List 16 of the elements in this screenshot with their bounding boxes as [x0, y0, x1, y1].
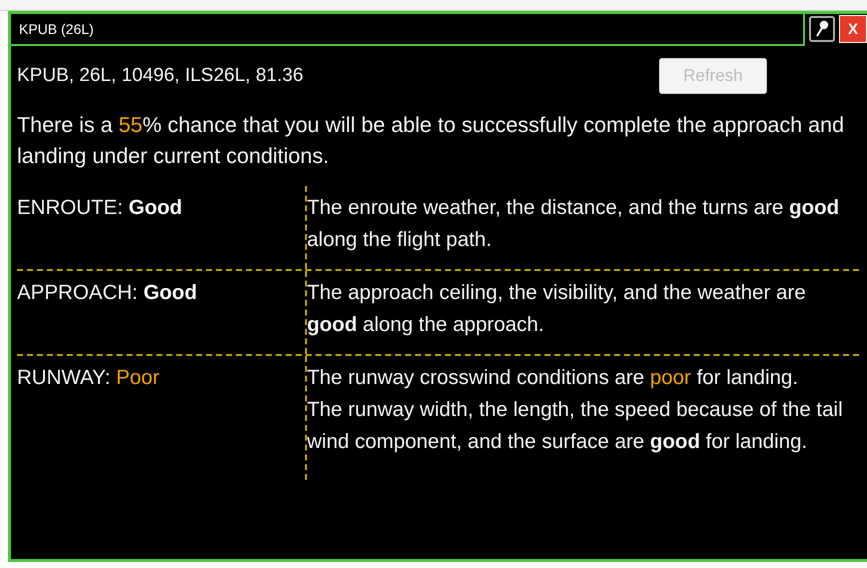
- factor-label: RUNWAY:: [17, 366, 112, 389]
- runway-info: KPUB, 26L, 10496, ILS26L, 81.36: [17, 65, 304, 87]
- factor-description: The enroute weather, the distance, and the turns are good along the flight path.: [307, 195, 840, 253]
- factor-rating: Good: [143, 281, 197, 304]
- factor-rating: Poor: [116, 366, 160, 389]
- close-button[interactable]: X: [839, 15, 867, 43]
- window-title: KPUB (26L): [19, 21, 94, 37]
- factor-rating: Good: [128, 196, 182, 219]
- factor-description: The runway width, the length, the speed because of the tail wind component, and the surface are good for landing.: [307, 397, 844, 455]
- pin-icon: [815, 20, 829, 38]
- factor-label: APPROACH:: [17, 281, 139, 304]
- chance-summary: There is a 55% chance that you will be able to successfully complete the approach and landing under current conditions.: [17, 112, 846, 170]
- pin-button[interactable]: [809, 16, 835, 42]
- factor-description: The runway crosswind conditions are poor for landing.: [307, 365, 800, 391]
- factor-description: The approach ceiling, the visibility, and the weather are good along the approach.: [307, 280, 807, 338]
- factor-label: ENROUTE:: [17, 196, 124, 219]
